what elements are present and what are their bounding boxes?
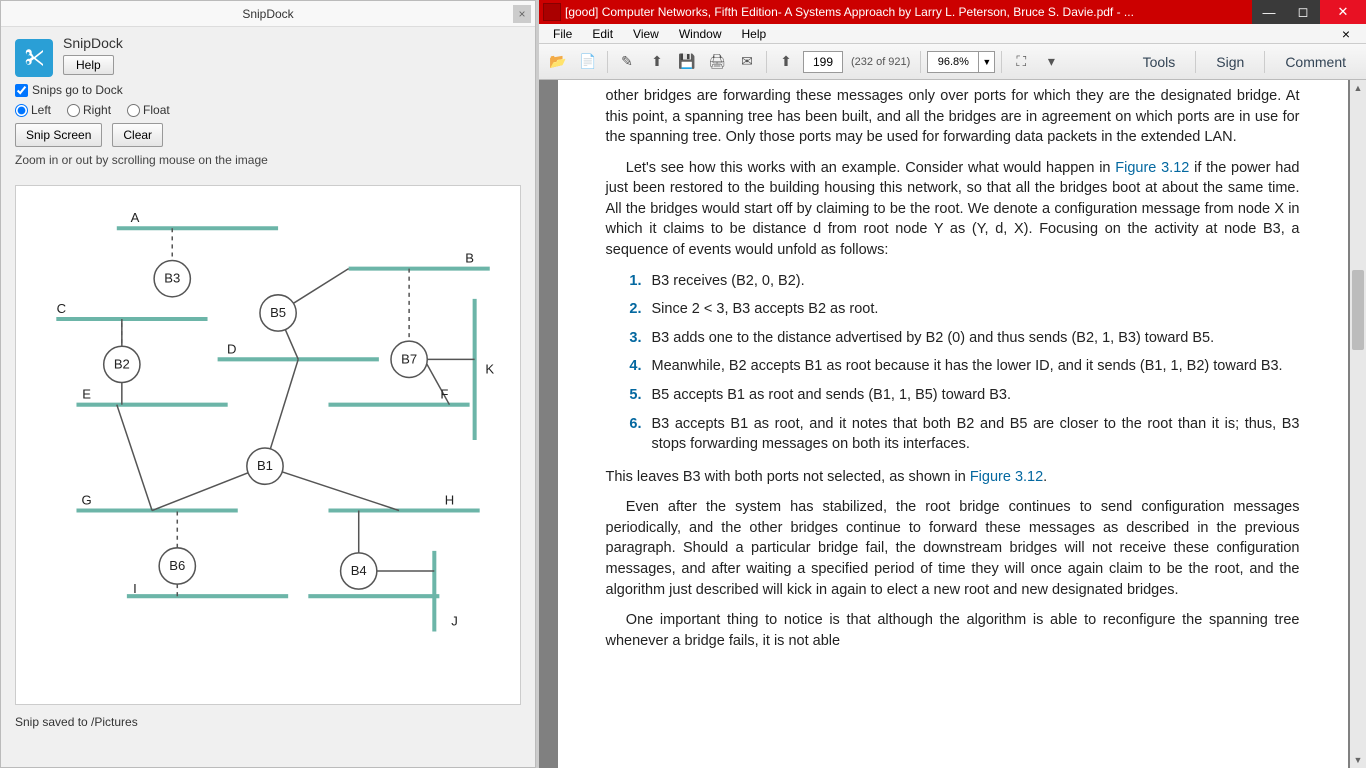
snipdock-logo bbox=[15, 39, 53, 77]
clear-button[interactable]: Clear bbox=[112, 123, 163, 147]
menu-view[interactable]: View bbox=[623, 27, 669, 41]
help-button[interactable]: Help bbox=[63, 55, 114, 75]
svg-text:B5: B5 bbox=[270, 305, 286, 320]
status-text: Snip saved to /Pictures bbox=[1, 705, 535, 739]
scissors-icon bbox=[22, 46, 46, 70]
list-item: B3 accepts B1 as root, and it notes that… bbox=[646, 414, 1300, 455]
svg-text:E: E bbox=[82, 386, 91, 401]
list-item: B3 adds one to the distance advertised b… bbox=[646, 328, 1300, 349]
radio-right[interactable] bbox=[67, 104, 80, 117]
dock-checkbox-label: Snips go to Dock bbox=[32, 83, 123, 97]
menu-file[interactable]: File bbox=[543, 27, 582, 41]
steps-list: B3 receives (B2, 0, B2). Since 2 < 3, B3… bbox=[646, 271, 1300, 455]
snipdock-window: SnipDock × SnipDock Help Snips go to Doc… bbox=[0, 0, 536, 768]
list-item: B5 accepts B1 as root and sends (B1, 1, … bbox=[646, 385, 1300, 406]
svg-text:B1: B1 bbox=[257, 458, 273, 473]
radio-left[interactable] bbox=[15, 104, 28, 117]
pdf-menubar: File Edit View Window Help × bbox=[539, 24, 1366, 44]
zoom-input[interactable] bbox=[928, 56, 978, 68]
radio-float[interactable] bbox=[127, 104, 140, 117]
zoom-control[interactable]: ▼ bbox=[927, 51, 995, 73]
menu-help[interactable]: Help bbox=[732, 27, 777, 41]
para-1: other bridges are forwarding these messa… bbox=[606, 86, 1300, 148]
svg-text:I: I bbox=[133, 581, 137, 596]
svg-text:B7: B7 bbox=[401, 351, 417, 366]
svg-text:B6: B6 bbox=[169, 558, 185, 573]
pdf-window-title: [good] Computer Networks, Fifth Edition-… bbox=[565, 5, 1252, 19]
save-icon[interactable]: 💾 bbox=[674, 49, 700, 75]
figure-link[interactable]: Figure 3.12 bbox=[970, 469, 1043, 485]
page-input[interactable] bbox=[803, 51, 843, 73]
menu-window[interactable]: Window bbox=[669, 27, 732, 41]
page-up-icon[interactable]: ⬆ bbox=[773, 49, 799, 75]
snip-preview[interactable]: B3 B5 B2 B7 B1 B6 B4 A B C D E F K G H I J bbox=[15, 185, 521, 705]
snip-screen-button[interactable]: Snip Screen bbox=[15, 123, 102, 147]
scroll-thumb[interactable] bbox=[1352, 270, 1364, 350]
menu-edit[interactable]: Edit bbox=[582, 27, 623, 41]
snipdock-titlebar[interactable]: SnipDock × bbox=[1, 1, 535, 27]
svg-text:A: A bbox=[131, 210, 140, 225]
snipdock-title: SnipDock bbox=[242, 7, 293, 21]
scroll-down-icon[interactable]: ▼ bbox=[1350, 752, 1366, 768]
svg-text:B2: B2 bbox=[114, 356, 130, 371]
pdf-page: other bridges are forwarding these messa… bbox=[558, 80, 1348, 768]
close-icon[interactable]: × bbox=[513, 5, 531, 23]
svg-text:B3: B3 bbox=[164, 270, 180, 285]
app-title: SnipDock bbox=[63, 35, 123, 51]
page-count: (232 of 921) bbox=[847, 56, 914, 68]
para-4: Even after the system has stabilized, th… bbox=[606, 497, 1300, 600]
sign-button[interactable]: Sign bbox=[1202, 54, 1258, 70]
pdf-content-area[interactable]: other bridges are forwarding these messa… bbox=[539, 80, 1366, 768]
minimize-button[interactable]: — bbox=[1252, 0, 1286, 24]
edit-icon[interactable]: ✎ bbox=[614, 49, 640, 75]
pdf-toolbar: 📂 📄 ✎ ⬆ 💾 🖨 ✉ ⬆ (232 of 921) ▼ ⛶ ▾ Tools… bbox=[539, 44, 1366, 80]
pdf-app-icon bbox=[543, 3, 561, 21]
svg-text:B: B bbox=[465, 250, 474, 265]
menubar-close-icon[interactable]: × bbox=[1332, 26, 1360, 42]
svg-text:G: G bbox=[81, 492, 91, 507]
pdf-titlebar[interactable]: [good] Computer Networks, Fifth Edition-… bbox=[539, 0, 1366, 24]
fit-icon[interactable]: ⛶ bbox=[1008, 49, 1034, 75]
open-icon[interactable]: 📂 bbox=[545, 49, 571, 75]
para-5: One important thing to notice is that al… bbox=[606, 610, 1300, 651]
figure-link[interactable]: Figure 3.12 bbox=[1115, 160, 1189, 176]
scroll-up-icon[interactable]: ▲ bbox=[1350, 80, 1366, 96]
scrollbar[interactable]: ▲ ▼ bbox=[1350, 80, 1366, 768]
export-icon[interactable]: ⬆ bbox=[644, 49, 670, 75]
pdf-reader-window: [good] Computer Networks, Fifth Edition-… bbox=[536, 0, 1366, 768]
svg-text:C: C bbox=[57, 301, 66, 316]
para-2: Let's see how this works with an example… bbox=[606, 158, 1300, 261]
list-item: Meanwhile, B2 accepts B1 as root because… bbox=[646, 356, 1300, 377]
print-icon[interactable]: 🖨 bbox=[704, 49, 730, 75]
svg-text:B4: B4 bbox=[351, 563, 367, 578]
zoom-hint: Zoom in or out by scrolling mouse on the… bbox=[15, 153, 521, 169]
svg-text:J: J bbox=[451, 613, 458, 628]
window-close-button[interactable]: ✕ bbox=[1320, 0, 1366, 24]
svg-text:H: H bbox=[445, 492, 454, 507]
more-icon[interactable]: ▾ bbox=[1038, 49, 1064, 75]
list-item: B3 receives (B2, 0, B2). bbox=[646, 271, 1300, 292]
svg-text:K: K bbox=[485, 361, 494, 376]
create-pdf-icon[interactable]: 📄 bbox=[575, 49, 601, 75]
maximize-button[interactable]: ◻ bbox=[1286, 0, 1320, 24]
zoom-dropdown-icon[interactable]: ▼ bbox=[978, 52, 994, 72]
email-icon[interactable]: ✉ bbox=[734, 49, 760, 75]
svg-text:F: F bbox=[440, 386, 448, 401]
comment-button[interactable]: Comment bbox=[1271, 54, 1360, 70]
list-item: Since 2 < 3, B3 accepts B2 as root. bbox=[646, 299, 1300, 320]
svg-text:D: D bbox=[227, 341, 236, 356]
dock-checkbox[interactable] bbox=[15, 84, 28, 97]
tools-button[interactable]: Tools bbox=[1129, 54, 1190, 70]
para-3: This leaves B3 with both ports not selec… bbox=[606, 467, 1300, 488]
